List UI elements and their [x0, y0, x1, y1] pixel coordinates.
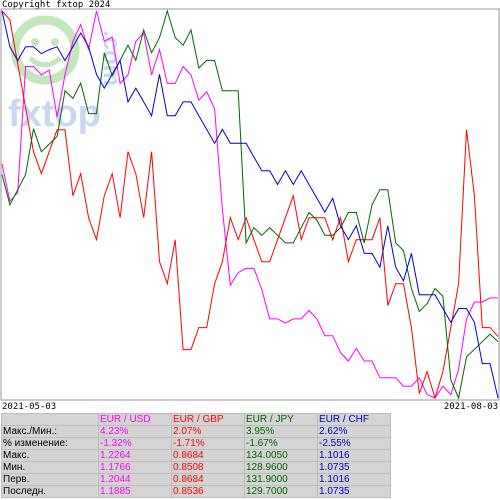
stats-header-blank: [1, 413, 99, 426]
stats-cell: 2.62%: [317, 425, 391, 438]
stats-cell: -1.32%: [98, 437, 172, 450]
stats-cell: 1.2264: [98, 449, 172, 462]
stats-cell: 1.1016: [317, 473, 391, 486]
stats-label: Макс./Мин.:: [1, 425, 99, 438]
stats-cell: 1.1766: [98, 461, 172, 474]
stats-cell: 1.2044: [98, 473, 172, 486]
stats-cell: 131.9000: [244, 473, 318, 486]
stats-cell: 129.7000: [244, 485, 318, 498]
stats-cell: 0.8684: [171, 449, 245, 462]
stats-cell: -1.71%: [171, 437, 245, 450]
stats-row-maxmin: Макс./Мин.: 4.23% 2.07% 3.95% 2.62%: [1, 425, 391, 438]
series-line-eur-usd: [1, 10, 498, 399]
stats-header-eurjpy: EUR / JPY: [244, 413, 318, 426]
stats-row-max: Макс. 1.2264 0.8684 134.0050 1.1016: [1, 449, 391, 462]
stats-label: % изменение:: [1, 437, 99, 450]
stats-header-row: EUR / USD EUR / GBP EUR / JPY EUR / CHF: [1, 413, 391, 426]
stats-cell: 0.8684: [171, 473, 245, 486]
fxtop-watermark-logo: fxtop .com: [8, 15, 125, 135]
stats-label: Перв.: [1, 473, 99, 486]
stats-cell: 1.1016: [317, 449, 391, 462]
series-layer: [1, 9, 499, 400]
stats-cell: 1.0735: [317, 485, 391, 498]
x-end-date: 2021-08-03: [443, 402, 498, 412]
stats-cell: -2.55%: [317, 437, 391, 450]
stats-cell: 134.0050: [244, 449, 318, 462]
series-line-eur-gbp: [1, 10, 499, 400]
stats-cell: 1.0735: [317, 461, 391, 474]
stats-cell: 2.07%: [171, 425, 245, 438]
stats-label: Последн.: [1, 485, 99, 498]
stats-cell: 0.8536: [171, 485, 245, 498]
stats-cell: 128.9600: [244, 461, 318, 474]
stats-cell: -1.67%: [244, 437, 318, 450]
stats-header-eurchf: EUR / CHF: [317, 413, 391, 426]
stats-row-first: Перв. 1.2044 0.8684 131.9000 1.1016: [1, 473, 391, 486]
stats-cell: 3.95%: [244, 425, 318, 438]
plot-frame: [0, 8, 500, 401]
stats-cell: 1.1885: [98, 485, 172, 498]
stats-cell: 0.8508: [171, 461, 245, 474]
stats-header-eurgbp: EUR / GBP: [171, 413, 245, 426]
stats-label: Мин.: [1, 461, 99, 474]
stats-header-eurusd: EUR / USD: [98, 413, 172, 426]
x-start-date: 2021-05-03: [2, 402, 57, 412]
series-line-eur-jpy: [1, 9, 499, 400]
stats-row-min: Мин. 1.1766 0.8508 128.9600 1.0735: [1, 461, 391, 474]
series-line-eur-chf: [1, 10, 499, 399]
stats-cell: 4.23%: [98, 425, 172, 438]
stats-label: Макс.: [1, 449, 99, 462]
stats-row-last: Последн. 1.1885 0.8536 129.7000 1.0735: [1, 485, 391, 498]
stats-row-change: % изменение: -1.32% -1.71% -1.67% -2.55%: [1, 437, 391, 450]
stats-table: EUR / USD EUR / GBP EUR / JPY EUR / CHF …: [1, 413, 391, 498]
